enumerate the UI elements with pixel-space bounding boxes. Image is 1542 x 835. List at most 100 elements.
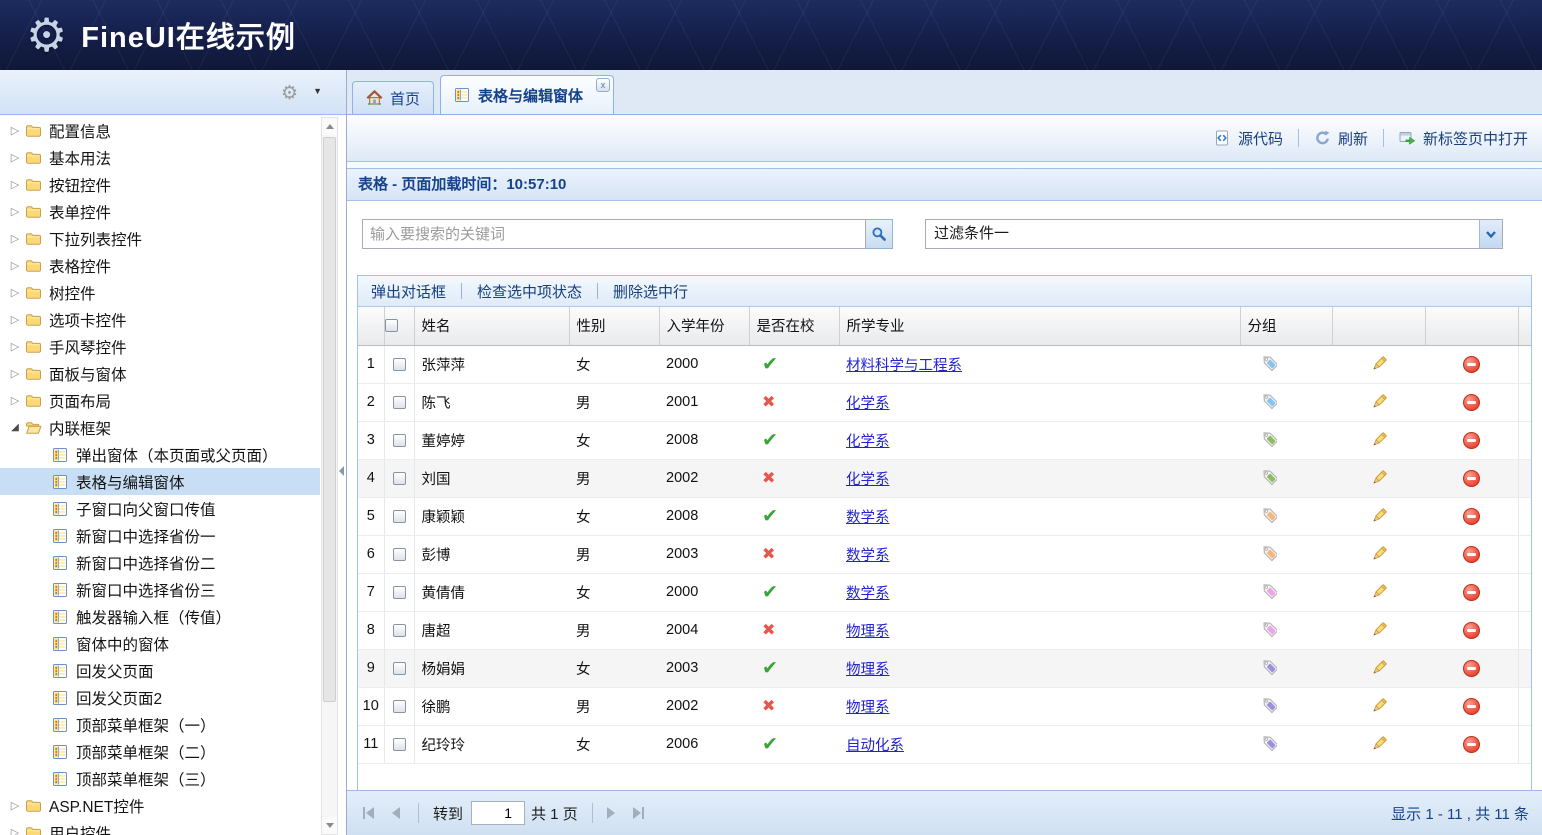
delete-icon[interactable] — [1463, 432, 1480, 449]
collapse-arrow-icon[interactable]: ◢ — [7, 422, 23, 433]
edit-pencil-icon[interactable] — [1370, 431, 1388, 449]
edit-pencil-icon[interactable] — [1370, 735, 1388, 753]
tree-folder-item[interactable]: ▷用户控件 — [0, 819, 320, 835]
scrollbar-thumb[interactable] — [323, 137, 336, 702]
expand-arrow-icon[interactable]: ▷ — [7, 205, 23, 218]
tab-home[interactable]: 首页 — [352, 81, 434, 114]
tree-folder-item[interactable]: ▷基本用法 — [0, 144, 320, 171]
next-page-icon[interactable] — [607, 807, 615, 819]
column-header[interactable]: 姓名 — [414, 307, 569, 345]
expand-arrow-icon[interactable]: ▷ — [7, 286, 23, 299]
column-header[interactable]: 分组 — [1240, 307, 1332, 345]
tree-leaf-item[interactable]: 表格与编辑窗体 — [0, 468, 320, 495]
column-header[interactable]: 是否在校 — [749, 307, 839, 345]
delete-icon[interactable] — [1463, 546, 1480, 563]
major-link[interactable]: 化学系 — [846, 396, 890, 412]
tree-folder-item[interactable]: ▷表单控件 — [0, 198, 320, 225]
tree-folder-item[interactable]: ▷下拉列表控件 — [0, 225, 320, 252]
check-selected-state-button[interactable]: 检查选中项状态 — [477, 281, 582, 302]
last-page-icon[interactable] — [633, 807, 644, 819]
tree-folder-item[interactable]: ▷配置信息 — [0, 117, 320, 144]
row-checkbox[interactable] — [393, 738, 406, 751]
tree-folder-item[interactable]: ▷按钮控件 — [0, 171, 320, 198]
edit-pencil-icon[interactable] — [1370, 583, 1388, 601]
scroll-down-arrow-icon[interactable] — [322, 817, 337, 834]
delete-selected-rows-button[interactable]: 删除选中行 — [613, 281, 688, 302]
open-newtab-button[interactable]: 新标签页中打开 — [1399, 128, 1528, 149]
column-header[interactable]: 性别 — [569, 307, 659, 345]
search-button[interactable] — [866, 219, 893, 249]
first-page-icon[interactable] — [363, 807, 374, 819]
tree-leaf-item[interactable]: 新窗口中选择省份一 — [0, 522, 320, 549]
column-header[interactable]: 所学专业 — [839, 307, 1240, 345]
major-link[interactable]: 数学系 — [846, 510, 890, 526]
edit-pencil-icon[interactable] — [1370, 659, 1388, 677]
major-link[interactable]: 物理系 — [846, 624, 890, 640]
open-dialog-button[interactable]: 弹出对话框 — [371, 281, 446, 302]
tab-grid-edit-window[interactable]: 表格与编辑窗体 x — [440, 75, 614, 114]
delete-icon[interactable] — [1463, 622, 1480, 639]
sidebar-scrollbar[interactable] — [321, 117, 338, 835]
row-checkbox[interactable] — [393, 586, 406, 599]
delete-icon[interactable] — [1463, 698, 1480, 715]
edit-pencil-icon[interactable] — [1370, 469, 1388, 487]
major-link[interactable]: 自动化系 — [846, 738, 904, 754]
tree-leaf-item[interactable]: 窗体中的窗体 — [0, 630, 320, 657]
delete-icon[interactable] — [1463, 470, 1480, 487]
delete-icon[interactable] — [1463, 660, 1480, 677]
tree-leaf-item[interactable]: 顶部菜单框架（一） — [0, 711, 320, 738]
tree-leaf-item[interactable]: 顶部菜单框架（二） — [0, 738, 320, 765]
tree-leaf-item[interactable]: 回发父页面 — [0, 657, 320, 684]
major-link[interactable]: 化学系 — [846, 434, 890, 450]
tree-folder-item[interactable]: ▷面板与窗体 — [0, 360, 320, 387]
tree-leaf-item[interactable]: 子窗口向父窗口传值 — [0, 495, 320, 522]
edit-pencil-icon[interactable] — [1370, 507, 1388, 525]
tree-leaf-item[interactable]: 新窗口中选择省份二 — [0, 549, 320, 576]
delete-icon[interactable] — [1463, 736, 1480, 753]
expand-arrow-icon[interactable]: ▷ — [7, 124, 23, 137]
major-link[interactable]: 数学系 — [846, 548, 890, 564]
tree-folder-item[interactable]: ▷树控件 — [0, 279, 320, 306]
expand-arrow-icon[interactable]: ▷ — [7, 151, 23, 164]
tree-leaf-item[interactable]: 回发父页面2 — [0, 684, 320, 711]
row-checkbox[interactable] — [393, 662, 406, 675]
row-checkbox[interactable] — [393, 700, 406, 713]
source-code-button[interactable]: 源代码 — [1214, 128, 1283, 149]
page-number-input[interactable] — [471, 801, 525, 825]
tree-folder-item[interactable]: ▷页面布局 — [0, 387, 320, 414]
edit-pencil-icon[interactable] — [1370, 355, 1388, 373]
tree-leaf-item[interactable]: 顶部菜单框架（三） — [0, 765, 320, 792]
expand-arrow-icon[interactable]: ▷ — [7, 232, 23, 245]
edit-pencil-icon[interactable] — [1370, 393, 1388, 411]
expand-arrow-icon[interactable]: ▷ — [7, 826, 23, 835]
tree-leaf-item[interactable]: 新窗口中选择省份三 — [0, 576, 320, 603]
delete-icon[interactable] — [1463, 394, 1480, 411]
row-checkbox[interactable] — [393, 434, 406, 447]
scroll-up-arrow-icon[interactable] — [322, 118, 337, 135]
tree-folder-item[interactable]: ◢内联框架 — [0, 414, 320, 441]
expand-arrow-icon[interactable]: ▷ — [7, 340, 23, 353]
expand-arrow-icon[interactable]: ▷ — [7, 259, 23, 272]
major-link[interactable]: 材料科学与工程系 — [846, 358, 962, 374]
tree-leaf-item[interactable]: 触发器输入框（传值） — [0, 603, 320, 630]
expand-arrow-icon[interactable]: ▷ — [7, 313, 23, 326]
select-all-checkbox[interactable] — [385, 319, 398, 332]
chevron-down-icon[interactable] — [1479, 220, 1502, 248]
major-link[interactable]: 化学系 — [846, 472, 890, 488]
row-checkbox[interactable] — [393, 510, 406, 523]
delete-icon[interactable] — [1463, 356, 1480, 373]
row-checkbox[interactable] — [393, 358, 406, 371]
row-checkbox[interactable] — [393, 396, 406, 409]
settings-dropdown-arrow-icon[interactable]: ▼ — [313, 86, 322, 96]
tree-folder-item[interactable]: ▷ASP.NET控件 — [0, 792, 320, 819]
tree-leaf-item[interactable]: 弹出窗体（本页面或父页面） — [0, 441, 320, 468]
edit-pencil-icon[interactable] — [1370, 621, 1388, 639]
major-link[interactable]: 数学系 — [846, 586, 890, 602]
settings-gear-icon[interactable]: ⚙ — [281, 82, 298, 105]
major-link[interactable]: 物理系 — [846, 662, 890, 678]
delete-icon[interactable] — [1463, 508, 1480, 525]
tree-folder-item[interactable]: ▷选项卡控件 — [0, 306, 320, 333]
expand-arrow-icon[interactable]: ▷ — [7, 394, 23, 407]
tree-folder-item[interactable]: ▷手风琴控件 — [0, 333, 320, 360]
expand-arrow-icon[interactable]: ▷ — [7, 799, 23, 812]
